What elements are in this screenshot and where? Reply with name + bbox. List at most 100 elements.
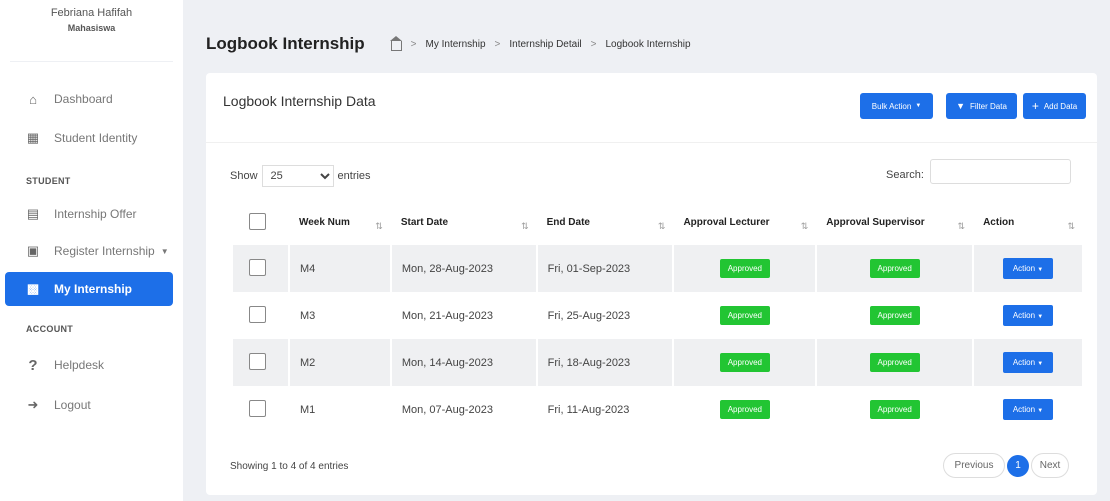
filter-data-label: Filter Data [970, 101, 1007, 111]
start-date-cell: Mon, 21-Aug-2023 [390, 292, 538, 339]
sidebar-item-my-internship[interactable]: ▩ My Internship [5, 272, 173, 306]
question-icon: ? [28, 356, 38, 374]
sort-icon: ⇅ [375, 221, 383, 231]
chevron-right-icon: > [590, 38, 597, 50]
clipboard-icon: ▤ [26, 206, 40, 221]
lecturer-approval-cell: Approved [673, 292, 818, 339]
sidebar-item-student-identity[interactable]: ▦ Student Identity [0, 121, 172, 155]
home-icon[interactable] [389, 35, 402, 51]
table-row: M4 Mon, 28-Aug-2023 Fri, 01-Sep-2023 App… [233, 245, 1084, 292]
row-checkbox[interactable] [249, 258, 266, 276]
end-date-cell: Fri, 18-Aug-2023 [536, 339, 675, 386]
column-week-num[interactable]: Week Num ⇅ [289, 200, 391, 245]
column-label: Approval Supervisor [826, 217, 925, 228]
status-badge: Approved [869, 306, 920, 325]
week-cell: M2 [288, 339, 392, 386]
end-date-cell: Fri, 25-Aug-2023 [536, 292, 675, 339]
user-profile: Febriana Hafifah Mahasiswa [10, 0, 173, 62]
table-row: M3 Mon, 21-Aug-2023 Fri, 25-Aug-2023 App… [233, 292, 1084, 339]
chevron-right-icon: > [410, 38, 417, 50]
logbook-table: Week Num ⇅ Start Date ⇅ End Date ⇅ Approval… [233, 200, 1084, 433]
entries-control: Show 25 entries [230, 165, 371, 187]
end-date-cell: Fri, 01-Sep-2023 [536, 245, 675, 292]
sidebar-item-label: Dashboard [54, 92, 113, 106]
breadcrumb-logbook-internship: Logbook Internship [605, 38, 691, 50]
select-all-checkbox[interactable] [249, 212, 266, 230]
filter-data-button[interactable]: ▼ Filter Data [946, 93, 1017, 119]
table-row: M2 Mon, 14-Aug-2023 Fri, 18-Aug-2023 App… [233, 339, 1084, 386]
column-approval-supervisor[interactable]: Approval Supervisor ⇅ [816, 200, 973, 245]
card-title: Logbook Internship Data [223, 93, 376, 109]
sidebar-item-logout[interactable]: ➜ Logout [0, 388, 172, 422]
action-cell: Action ▼ [973, 292, 1084, 339]
status-badge: Approved [719, 400, 770, 419]
status-badge: Approved [719, 306, 770, 325]
week-cell: M4 [288, 245, 392, 292]
row-action-button[interactable]: Action ▼ [1002, 258, 1054, 279]
briefcase-icon: ▩ [26, 281, 40, 296]
entries-select[interactable]: 25 [261, 165, 334, 187]
home-icon: ⌂ [29, 91, 37, 107]
status-badge: Approved [869, 259, 920, 278]
breadcrumb: > My Internship > Internship Detail > Lo… [389, 35, 691, 51]
sidebar-item-helpdesk[interactable]: ? Helpdesk [0, 348, 172, 382]
entries-label: entries [337, 170, 371, 182]
row-select-cell [233, 386, 290, 433]
page-number-button[interactable]: 1 [1007, 454, 1029, 477]
bulk-action-label: Bulk Action [871, 101, 912, 111]
lecturer-approval-cell: Approved [673, 245, 818, 292]
pagination: Previous 1 Next [943, 453, 1069, 478]
sidebar-item-register-internship[interactable]: ▣ Register Internship ▼ [0, 234, 172, 268]
status-badge: Approved [869, 400, 920, 419]
column-label: End Date [546, 217, 590, 228]
sidebar-item-dashboard[interactable]: ⌂ Dashboard [0, 82, 172, 116]
sidebar-item-label: Internship Offer [54, 207, 137, 221]
bulk-action-button[interactable]: Bulk Action ▼ [860, 93, 933, 119]
user-role: Mahasiswa [67, 23, 116, 33]
chevron-down-icon: ▼ [1037, 408, 1044, 414]
add-data-button[interactable]: + Add Data [1023, 93, 1086, 119]
action-label: Action [1012, 358, 1036, 367]
row-action-button[interactable]: Action ▼ [1002, 399, 1054, 420]
week-cell: M1 [288, 386, 392, 433]
search-input[interactable] [930, 159, 1071, 184]
breadcrumb-internship-detail[interactable]: Internship Detail [509, 39, 581, 50]
column-approval-lecturer[interactable]: Approval Lecturer ⇅ [673, 200, 816, 245]
row-checkbox[interactable] [249, 305, 266, 323]
column-end-date[interactable]: End Date ⇅ [537, 200, 674, 245]
add-data-label: Add Data [1043, 101, 1078, 111]
card-header: Logbook Internship Data Bulk Action ▼ ▼ … [206, 73, 1097, 143]
sort-icon: ⇅ [521, 221, 529, 231]
logbook-card: Logbook Internship Data Bulk Action ▼ ▼ … [206, 73, 1097, 495]
supervisor-approval-cell: Approved [816, 339, 975, 386]
sidebar-item-label: Register Internship [54, 244, 155, 258]
status-badge: Approved [869, 353, 920, 372]
breadcrumb-my-internship[interactable]: My Internship [426, 39, 486, 50]
table-row: M1 Mon, 07-Aug-2023 Fri, 11-Aug-2023 App… [233, 386, 1084, 433]
previous-page-button[interactable]: Previous [943, 453, 1005, 478]
column-label: Action [983, 217, 1015, 228]
sidebar-item-label: My Internship [54, 282, 133, 296]
column-action[interactable]: Action ⇅ [973, 200, 1083, 245]
plus-icon: + [1031, 99, 1039, 113]
sidebar-item-internship-offer[interactable]: ▤ Internship Offer [0, 197, 172, 231]
column-start-date[interactable]: Start Date ⇅ [391, 200, 537, 245]
logout-icon: ➜ [27, 397, 39, 412]
lecturer-approval-cell: Approved [673, 386, 818, 433]
page-title: Logbook Internship [206, 34, 365, 53]
row-action-button[interactable]: Action ▼ [1002, 305, 1054, 326]
row-checkbox[interactable] [249, 352, 266, 370]
calendar-icon: ▣ [26, 243, 40, 258]
week-cell: M3 [288, 292, 392, 339]
sort-icon: ⇅ [1067, 221, 1075, 231]
chevron-down-icon: ▼ [1037, 361, 1044, 367]
chevron-right-icon: > [494, 38, 501, 50]
row-action-button[interactable]: Action ▼ [1002, 352, 1054, 373]
show-label: Show [230, 170, 258, 182]
section-label-student: STUDENT [26, 176, 71, 186]
start-date-cell: Mon, 07-Aug-2023 [390, 386, 538, 433]
row-checkbox[interactable] [249, 399, 266, 417]
next-page-button[interactable]: Next [1031, 453, 1069, 478]
table-header-row: Week Num ⇅ Start Date ⇅ End Date ⇅ Approval… [233, 200, 1083, 245]
chevron-down-icon: ▼ [1037, 314, 1044, 320]
